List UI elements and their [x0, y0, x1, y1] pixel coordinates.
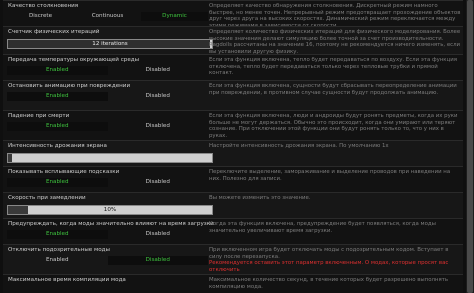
setting-label: Отключить подозрительные моды — [8, 247, 110, 253]
setting-description: Вы можете изменить это значение. — [209, 193, 461, 202]
option-enabled-button[interactable]: Enabled — [7, 122, 108, 131]
option-group: Enabled Disabled — [7, 66, 208, 75]
option-dynamic-button[interactable]: Dynamic — [141, 12, 208, 21]
setting-row: Предупреждать, когда моды значительно вл… — [3, 218, 463, 244]
description-text: Вы можете изменить это значение. — [209, 195, 311, 201]
setting-row: Интенсивность дрожания экрана Настройте и… — [3, 140, 463, 166]
setting-row: Скорость при замедлении 10% Вы можете изме… — [3, 192, 463, 218]
description-text: Если эта функция включена, тепло будет п… — [209, 57, 457, 77]
option-disabled-button[interactable]: Disabled — [108, 122, 209, 131]
setting-control: Счетчик физических итераций 12 iterations — [7, 27, 213, 54]
description-text: Определяет качество обнаружения столкнов… — [209, 3, 461, 29]
setting-control: Скорость при замедлении 10% — [7, 193, 213, 218]
option-group: Enabled Disabled — [7, 92, 208, 101]
warning-text: Рекомендуется оставить этот параметр вкл… — [209, 260, 449, 273]
setting-label: Максимальное время компиляции мода — [8, 277, 126, 283]
description-text: Максимальное количество секунд, в течени… — [209, 277, 449, 290]
setting-control: Предупреждать, когда моды значительно вл… — [7, 219, 214, 244]
option-disabled-button[interactable]: Disabled — [108, 178, 209, 187]
setting-label: Качество столкновения — [8, 3, 79, 9]
setting-row: Передача температуры окружающей среды Ena… — [3, 54, 463, 80]
option-group: Discrete Continuous Dynamic — [7, 12, 208, 21]
setting-row: Качество столкновения Discrete Continuous D… — [3, 0, 463, 29]
setting-label: Остановить анимацию при повреждении — [8, 83, 131, 89]
setting-row: Счетчик физических итераций 12 iterations… — [3, 26, 463, 55]
option-continuous-button[interactable]: Continuous — [74, 12, 141, 21]
option-group: Enabled Disabled — [7, 230, 208, 239]
setting-control: Интенсивность дрожания экрана — [7, 141, 213, 166]
description-text: Когда эта функция включена, предупрежден… — [209, 221, 436, 234]
setting-label: Интенсивность дрожания экрана — [8, 143, 107, 149]
value-slider[interactable]: 10% — [7, 205, 213, 215]
scrollbar[interactable] — [466, 0, 474, 293]
option-disabled-button[interactable]: Disabled — [108, 230, 209, 239]
setting-row: Максимальное время компиляции мода Максим… — [3, 274, 463, 293]
option-group: Enabled Disabled — [7, 256, 208, 265]
option-discrete-button[interactable]: Discrete — [7, 12, 74, 21]
setting-label: Счетчик физических итераций — [8, 29, 100, 35]
setting-description: При включенном игра будет отключать моды… — [209, 245, 461, 273]
option-enabled-button[interactable]: Enabled — [7, 178, 108, 187]
option-enabled-button[interactable]: Enabled — [7, 92, 108, 101]
setting-control: Отключить подозрительные моды Enabled Disa… — [7, 245, 208, 274]
setting-description: Определяет количество физических итераци… — [209, 27, 461, 55]
setting-row: Показывать всплывающие подсказки Enabled D… — [3, 166, 463, 192]
setting-description: Если эта функция включена, тепло будет п… — [209, 55, 461, 77]
setting-row: Остановить анимацию при повреждении Enabl… — [3, 80, 463, 110]
settings-panel: Качество столкновения Discrete Continuous D… — [0, 0, 466, 293]
setting-row: Падение при смерти Enabled Disabled Если эт… — [3, 110, 463, 140]
setting-description: Когда эта функция включена, предупрежден… — [209, 219, 461, 234]
slider-value: 10% — [103, 207, 117, 213]
setting-row: Отключить подозрительные моды Enabled Disa… — [3, 244, 463, 274]
setting-description: Настройте интенсивность дрожания экрана.… — [209, 141, 461, 150]
option-enabled-button[interactable]: Enabled — [7, 230, 108, 239]
slider-fill — [8, 154, 13, 162]
setting-description: Переключите выделение, замораживание и в… — [209, 167, 461, 182]
option-group: Enabled Disabled — [7, 178, 208, 187]
setting-control: Качество столкновения Discrete Continuous D… — [7, 1, 208, 26]
scrollbar-thumb[interactable] — [467, 0, 473, 293]
setting-description: Если эта функция включена, люди и андрои… — [209, 111, 461, 139]
setting-label: Скорость при замедлении — [8, 195, 86, 201]
value-slider[interactable] — [7, 153, 213, 163]
setting-label: Предупреждать, когда моды значительно вл… — [8, 221, 214, 227]
setting-control: Показывать всплывающие подсказки Enabled D… — [7, 167, 208, 192]
value-slider[interactable]: 12 iterations — [7, 39, 213, 49]
setting-control: Передача температуры окружающей среды Ena… — [7, 55, 208, 80]
description-text: При включенном игра будет отключать моды… — [209, 247, 449, 260]
setting-control: Остановить анимацию при повреждении Enabl… — [7, 81, 208, 110]
option-disabled-button[interactable]: Disabled — [107, 256, 208, 265]
setting-description: Максимальное количество секунд, в течени… — [209, 275, 461, 290]
setting-label: Передача температуры окружающей среды — [8, 57, 140, 63]
option-group: Enabled Disabled — [7, 122, 208, 131]
description-text: Если эта функция включена, люди и андрои… — [209, 113, 458, 139]
setting-description: Если эта функция включена, сущности буду… — [209, 81, 461, 96]
option-disabled-button[interactable]: Disabled — [108, 92, 209, 101]
description-text: Определяет количество физических итераци… — [209, 29, 461, 55]
description-text: Если эта функция включена, сущности буду… — [209, 83, 457, 96]
option-disabled-button[interactable]: Disabled — [108, 66, 209, 75]
slider-value: 12 iterations — [92, 41, 128, 47]
setting-control: Падение при смерти Enabled Disabled — [7, 111, 208, 140]
description-text: Переключите выделение, замораживание и в… — [209, 169, 451, 182]
setting-label: Падение при смерти — [8, 113, 70, 119]
setting-label: Показывать всплывающие подсказки — [8, 169, 120, 175]
option-enabled-button[interactable]: Enabled — [7, 66, 108, 75]
description-text: Настройте интенсивность дрожания экрана.… — [209, 143, 389, 149]
option-enabled-button[interactable]: Enabled — [7, 256, 108, 265]
setting-control: Максимальное время компиляции мода — [7, 275, 208, 293]
